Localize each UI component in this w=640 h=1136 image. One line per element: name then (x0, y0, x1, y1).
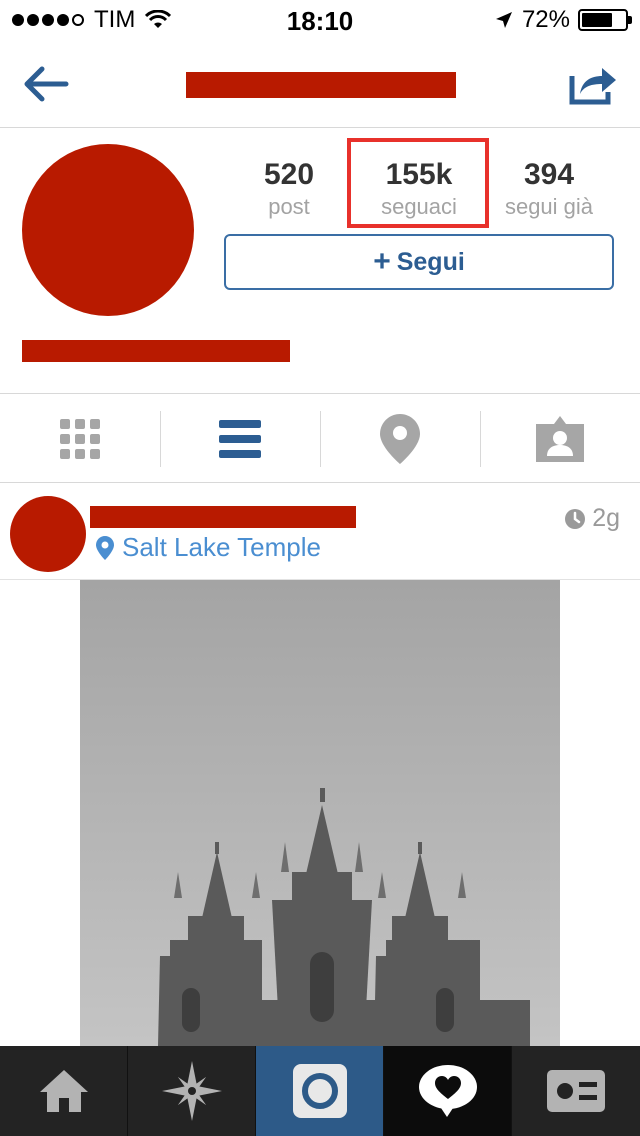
follow-button[interactable]: + Segui (224, 234, 614, 290)
battery-icon (578, 9, 632, 31)
plus-icon: + (373, 245, 391, 278)
post-photo[interactable] (80, 580, 560, 1046)
grid-view-icon (60, 419, 100, 459)
battery-percent: 72% (521, 6, 570, 33)
post-timestamp: 2g (564, 504, 620, 533)
posts-stat[interactable]: 520 post (224, 158, 354, 220)
status-right: 72% (494, 6, 632, 34)
tab-news[interactable] (384, 1046, 512, 1136)
profile-view-tabs (0, 395, 640, 483)
tab-explore[interactable] (128, 1046, 256, 1136)
location-pin-icon (96, 535, 114, 560)
tab-profile[interactable] (512, 1046, 640, 1136)
tab-grid[interactable] (0, 395, 160, 483)
profile-fullname-redacted (22, 340, 290, 362)
bottom-tab-bar (0, 1046, 640, 1136)
tab-list[interactable] (160, 395, 320, 483)
profile-icon (547, 1070, 605, 1112)
nav-bar (0, 40, 640, 128)
post-author-avatar-redacted[interactable] (10, 496, 86, 572)
following-label: segui già (504, 194, 594, 219)
camera-icon (292, 1064, 347, 1118)
profile-avatar-redacted (22, 144, 194, 316)
list-view-icon (219, 420, 261, 458)
temple-photo-illustration (80, 580, 560, 1046)
following-count: 394 (523, 158, 575, 191)
posts-count: 520 (263, 158, 315, 191)
home-icon (39, 1070, 88, 1112)
post-header: Salt Lake Temple 2g (0, 484, 640, 580)
tagged-photos-icon (536, 416, 584, 462)
post-time-ago: 2g (592, 504, 620, 532)
following-stat[interactable]: 394 segui già (484, 158, 614, 220)
status-bar: TIM 18:10 72% (0, 0, 640, 40)
tab-tagged[interactable] (480, 395, 640, 483)
location-arrow-icon (495, 12, 512, 28)
tab-home[interactable] (0, 1046, 128, 1136)
share-icon[interactable] (568, 62, 618, 106)
profile-header: 520 post 155k seguaci 394 segui già + Se… (0, 128, 640, 394)
tab-camera[interactable] (256, 1046, 384, 1136)
follow-button-label: Segui (396, 247, 465, 276)
post-location-name: Salt Lake Temple (122, 532, 321, 562)
posts-label: post (268, 194, 310, 219)
back-arrow-icon[interactable] (20, 62, 72, 106)
profile-username-redacted (186, 72, 456, 98)
tab-map[interactable] (320, 395, 480, 483)
post-author-username-redacted[interactable] (90, 506, 356, 528)
battery-fill (582, 13, 613, 27)
followers-highlight-box (347, 138, 489, 228)
post-location-link[interactable]: Salt Lake Temple (96, 532, 321, 563)
explore-icon (161, 1061, 222, 1121)
map-pin-icon (380, 414, 420, 464)
clock-icon (565, 508, 586, 529)
news-icon (418, 1065, 477, 1117)
